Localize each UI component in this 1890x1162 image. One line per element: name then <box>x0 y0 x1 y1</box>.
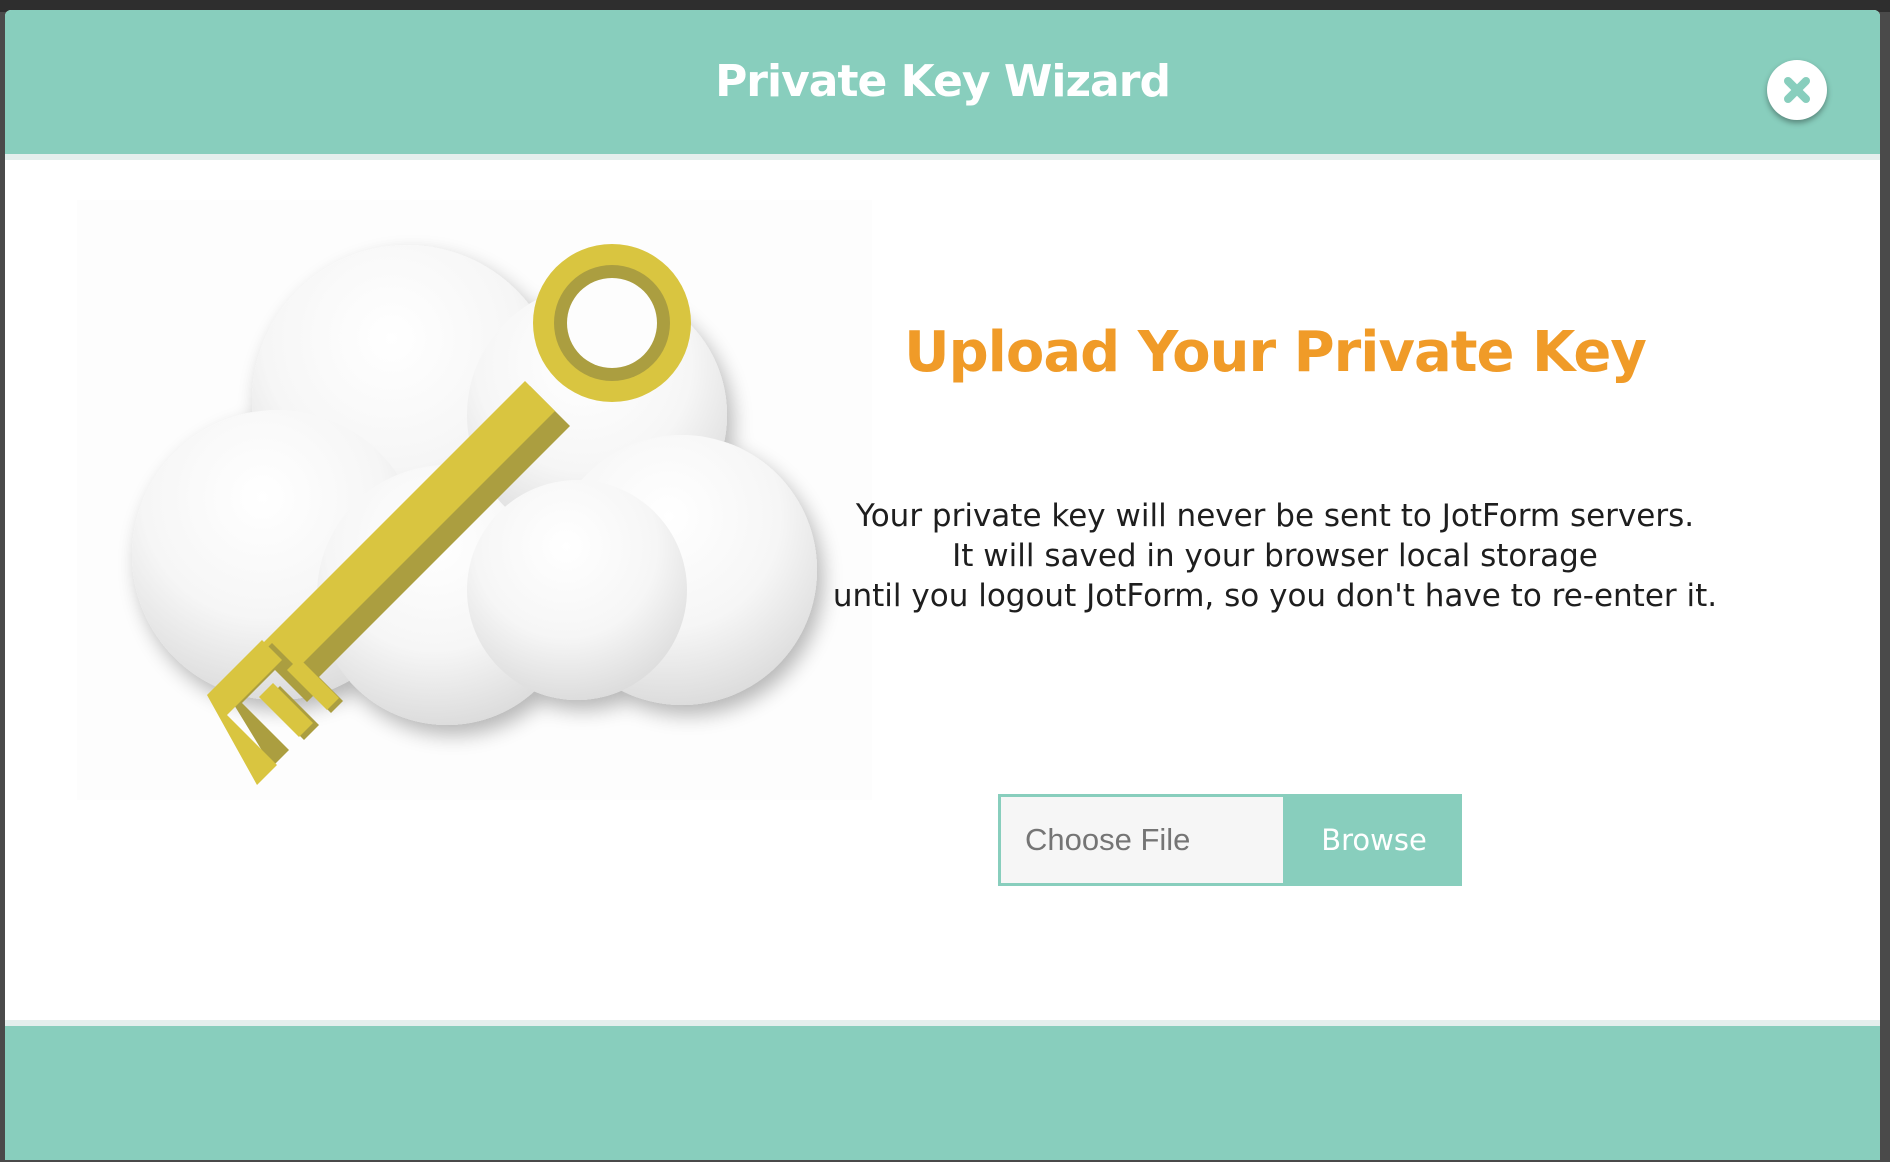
file-picker: Browse <box>998 794 1462 886</box>
upload-heading: Upload Your Private Key <box>904 320 1647 385</box>
cloud-key-svg <box>132 244 817 785</box>
modal-body: Upload Your Private Key Your private key… <box>5 160 1880 1020</box>
upload-content: Upload Your Private Key Your private key… <box>825 160 1725 1020</box>
description: Your private key will never be sent to J… <box>825 496 1725 616</box>
cloud-key-illustration <box>77 200 872 800</box>
modal-footer <box>5 1020 1880 1160</box>
description-line: It will saved in your browser local stor… <box>952 538 1598 574</box>
description-line: Your private key will never be sent to J… <box>855 498 1695 534</box>
modal-title: Private Key Wizard <box>715 56 1171 107</box>
close-x-icon <box>1784 77 1810 103</box>
description-line: until you logout JotForm, so you don't h… <box>832 578 1718 614</box>
modal-header: Private Key Wizard <box>5 10 1880 160</box>
browse-button[interactable]: Browse <box>1286 794 1462 886</box>
private-key-wizard-modal: Private Key Wizard Upload Your Private K… <box>5 10 1880 1160</box>
close-button[interactable] <box>1767 60 1827 120</box>
choose-file-input[interactable] <box>998 794 1286 886</box>
